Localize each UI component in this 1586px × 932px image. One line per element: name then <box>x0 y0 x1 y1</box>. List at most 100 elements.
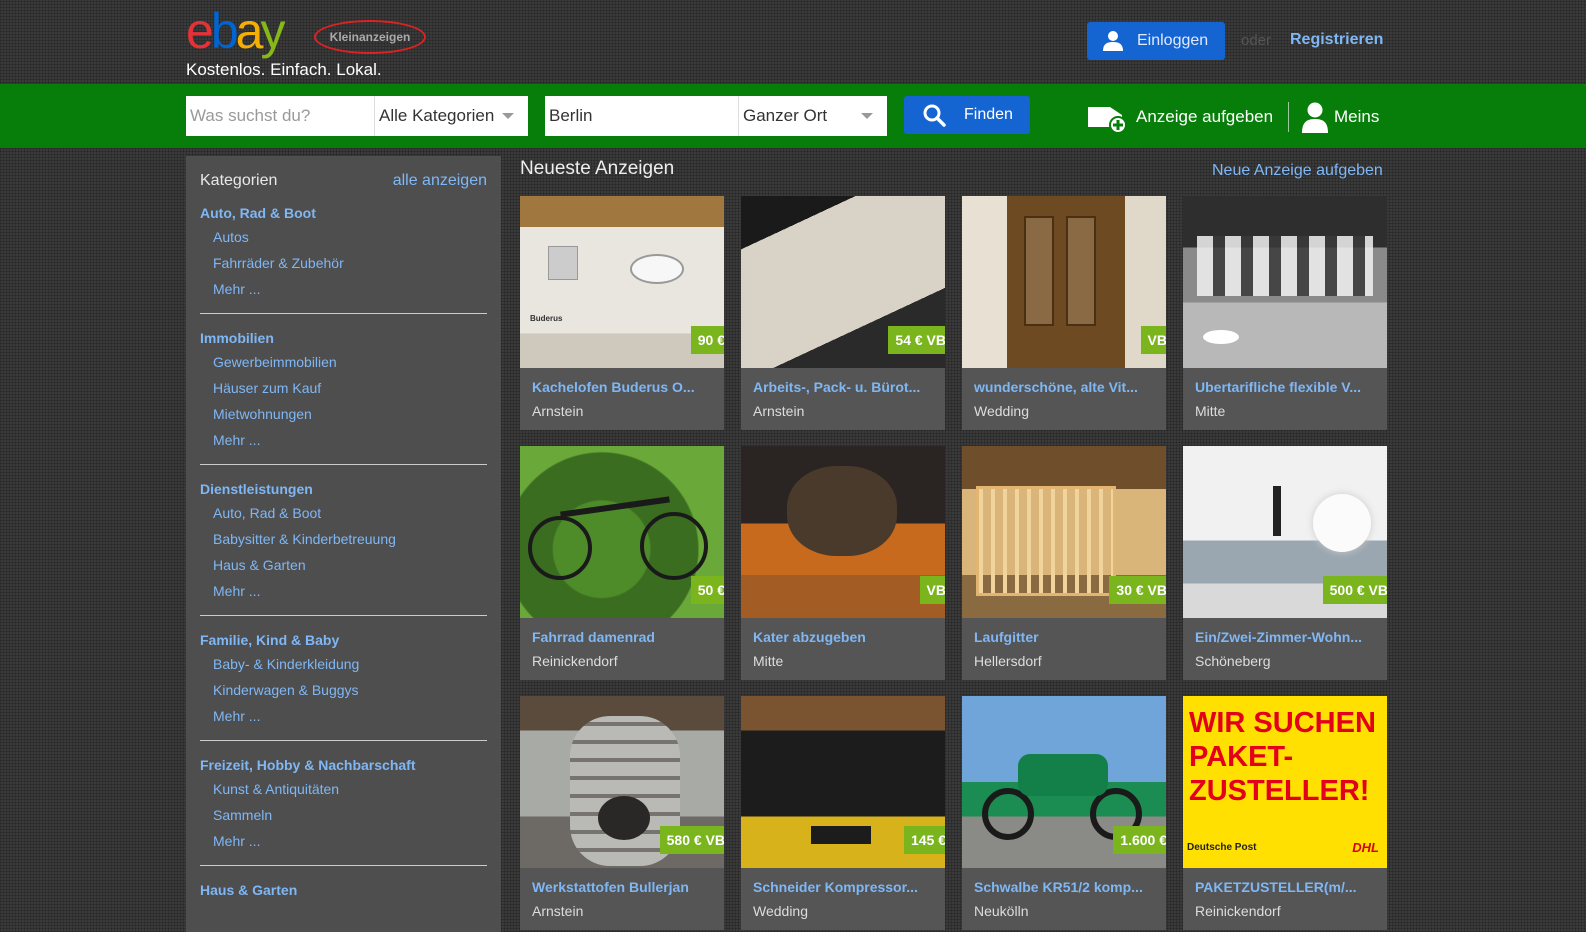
subcategory-link[interactable]: Auto, Rad & Boot <box>200 500 487 526</box>
listing-thumbnail[interactable]: 580 € VB <box>520 696 724 868</box>
listing-card[interactable]: 145 € Schneider Kompressor... Wedding <box>741 696 945 930</box>
category-group: Haus & Garten <box>200 879 487 912</box>
tagline: Kostenlos. Einfach. Lokal. <box>186 60 382 79</box>
category-title[interactable]: Haus & Garten <box>200 879 487 901</box>
price-badge: VB <box>1140 326 1166 354</box>
section-title: Neueste Anzeigen <box>520 158 675 179</box>
listing-location: Mitte <box>753 653 784 669</box>
subcategory-link[interactable]: Kinderwagen & Buggys <box>200 677 487 703</box>
price-badge: 500 € VB <box>1322 576 1387 604</box>
listing-location: Arnstein <box>753 403 805 419</box>
listing-location: Arnstein <box>532 403 584 419</box>
category-title[interactable]: Freizeit, Hobby & Nachbarschaft <box>200 754 487 776</box>
listing-card[interactable]: VB Kater abzugeben Mitte <box>741 446 945 680</box>
register-link[interactable]: Registrieren <box>1290 31 1383 49</box>
login-button[interactable]: Einloggen <box>1087 22 1225 60</box>
location-input[interactable]: Berlin <box>545 96 738 136</box>
subcategory-link[interactable]: Fahrräder & Zubehör <box>200 250 487 276</box>
listing-thumbnail[interactable]: WIR SUCHEN PAKET-ZUSTELLER! Deutsche Pos… <box>1183 696 1387 868</box>
radius-select-value: Ganzer Ort <box>743 106 828 125</box>
listing-card[interactable]: 1.600 € Schwalbe KR51/2 komp... Neukölln <box>962 696 1166 930</box>
chevron-down-icon <box>861 113 873 119</box>
listing-thumbnail[interactable]: VB <box>962 196 1166 368</box>
price-badge: VB <box>919 576 945 604</box>
subcategory-link[interactable]: Häuser zum Kauf <box>200 375 487 401</box>
logo-badge: Kleinanzeigen <box>314 20 426 54</box>
listing-title[interactable]: Schneider Kompressor... <box>753 879 937 895</box>
listing-title[interactable]: Fahrrad damenrad <box>532 629 716 645</box>
sidebar-header: Kategorien alle anzeigen <box>200 172 487 190</box>
listing-thumbnail[interactable] <box>1183 196 1387 368</box>
category-group: Auto, Rad & Boot Autos Fahrräder & Zubeh… <box>200 202 487 314</box>
radius-select[interactable]: Ganzer Ort <box>738 96 887 136</box>
listing-card[interactable]: WIR SUCHEN PAKET-ZUSTELLER! Deutsche Pos… <box>1183 696 1387 930</box>
category-title[interactable]: Auto, Rad & Boot <box>200 202 487 224</box>
listing-card[interactable]: Ubertarifliche flexible V... Mitte <box>1183 196 1387 430</box>
ebay-kleinanzeigen-logo[interactable]: ebay Kleinanzeigen <box>186 4 436 58</box>
listing-title[interactable]: wunderschöne, alte Vit... <box>974 379 1158 395</box>
post-ad-button[interactable]: Anzeige aufgeben <box>1084 100 1273 134</box>
subcategory-link[interactable]: Autos <box>200 224 487 250</box>
listing-title[interactable]: Ubertarifliche flexible V... <box>1195 379 1379 395</box>
search-input[interactable]: Was suchst du? <box>186 96 374 136</box>
listing-location: Hellersdorf <box>974 653 1042 669</box>
subcategory-link[interactable]: Mietwohnungen <box>200 401 487 427</box>
subcategory-link[interactable]: Sammeln <box>200 802 487 828</box>
search-bar: Was suchst du? Alle Kategorien Berlin Ga… <box>0 84 1586 148</box>
more-link[interactable]: Mehr ... <box>200 276 487 302</box>
listing-thumbnail[interactable]: 30 € VB <box>962 446 1166 618</box>
ad-footer-left: Deutsche Post <box>1187 842 1257 853</box>
listing-title[interactable]: Laufgitter <box>974 629 1158 645</box>
category-group: Familie, Kind & Baby Baby- & Kinderkleid… <box>200 629 487 741</box>
price-badge: 580 € VB <box>659 826 724 854</box>
listing-thumbnail[interactable]: 54 € VB <box>741 196 945 368</box>
chevron-down-icon <box>502 113 514 119</box>
category-title[interactable]: Dienstleistungen <box>200 478 487 500</box>
listing-card[interactable]: 580 € VB Werkstattofen Bullerjan Arnstei… <box>520 696 724 930</box>
listing-thumbnail[interactable]: VB <box>741 446 945 618</box>
more-link[interactable]: Mehr ... <box>200 427 487 453</box>
category-title[interactable]: Familie, Kind & Baby <box>200 629 487 651</box>
listing-card[interactable]: 54 € VB Arbeits-, Pack- u. Bürot... Arns… <box>741 196 945 430</box>
listing-thumbnail[interactable]: 1.600 € <box>962 696 1166 868</box>
more-link[interactable]: Mehr ... <box>200 578 487 604</box>
listing-thumbnail[interactable]: Buderus 90 € <box>520 196 724 368</box>
listing-title[interactable]: Arbeits-, Pack- u. Bürot... <box>753 379 937 395</box>
listing-title[interactable]: Kater abzugeben <box>753 629 937 645</box>
listing-title[interactable]: Kachelofen Buderus O... <box>532 379 716 395</box>
listing-title[interactable]: PAKETZUSTELLER(m/... <box>1195 879 1379 895</box>
post-ad-label: Anzeige aufgeben <box>1136 107 1274 126</box>
listing-title[interactable]: Werkstattofen Bullerjan <box>532 879 716 895</box>
category-group: Freizeit, Hobby & Nachbarschaft Kunst & … <box>200 754 487 866</box>
category-select[interactable]: Alle Kategorien <box>374 96 528 136</box>
price-badge: 30 € VB <box>1109 576 1166 604</box>
more-link[interactable]: Mehr ... <box>200 703 487 729</box>
listing-thumbnail[interactable]: 145 € <box>741 696 945 868</box>
listing-card[interactable]: 30 € VB Laufgitter Hellersdorf <box>962 446 1166 680</box>
listing-card[interactable]: VB wunderschöne, alte Vit... Wedding <box>962 196 1166 430</box>
price-badge: 145 € <box>903 826 945 854</box>
subcategory-link[interactable]: Haus & Garten <box>200 552 487 578</box>
listing-title[interactable]: Ein/Zwei-Zimmer-Wohn... <box>1195 629 1379 645</box>
listing-location: Wedding <box>753 903 809 919</box>
subcategory-link[interactable]: Babysitter & Kinderbetreuung <box>200 526 487 552</box>
show-all-link[interactable]: alle anzeigen <box>393 172 487 190</box>
subcategory-link[interactable]: Baby- & Kinderkleidung <box>200 651 487 677</box>
search-icon <box>923 104 946 127</box>
ad-footer: Deutsche Post DHL <box>1187 841 1379 854</box>
category-title[interactable]: Immobilien <box>200 327 487 349</box>
listing-card[interactable]: 500 € VB Ein/Zwei-Zimmer-Wohn... Schöneb… <box>1183 446 1387 680</box>
meins-button[interactable]: Meins <box>1300 100 1379 134</box>
subcategory-link[interactable]: Gewerbeimmobilien <box>200 349 487 375</box>
category-sidebar: Kategorien alle anzeigen Auto, Rad & Boo… <box>186 156 501 932</box>
subcategory-link[interactable]: Kunst & Antiquitäten <box>200 776 487 802</box>
new-ad-link[interactable]: Neue Anzeige aufgeben <box>1212 162 1383 180</box>
listing-thumbnail[interactable]: 50 € <box>520 446 724 618</box>
listing-title[interactable]: Schwalbe KR51/2 komp... <box>974 879 1158 895</box>
listing-card[interactable]: Buderus 90 € Kachelofen Buderus O... Arn… <box>520 196 724 430</box>
listing-card[interactable]: 50 € Fahrrad damenrad Reinickendorf <box>520 446 724 680</box>
more-link[interactable]: Mehr ... <box>200 828 487 854</box>
listing-thumbnail[interactable]: 500 € VB <box>1183 446 1387 618</box>
find-button[interactable]: Finden <box>904 96 1030 134</box>
listing-location: Reinickendorf <box>532 653 618 669</box>
